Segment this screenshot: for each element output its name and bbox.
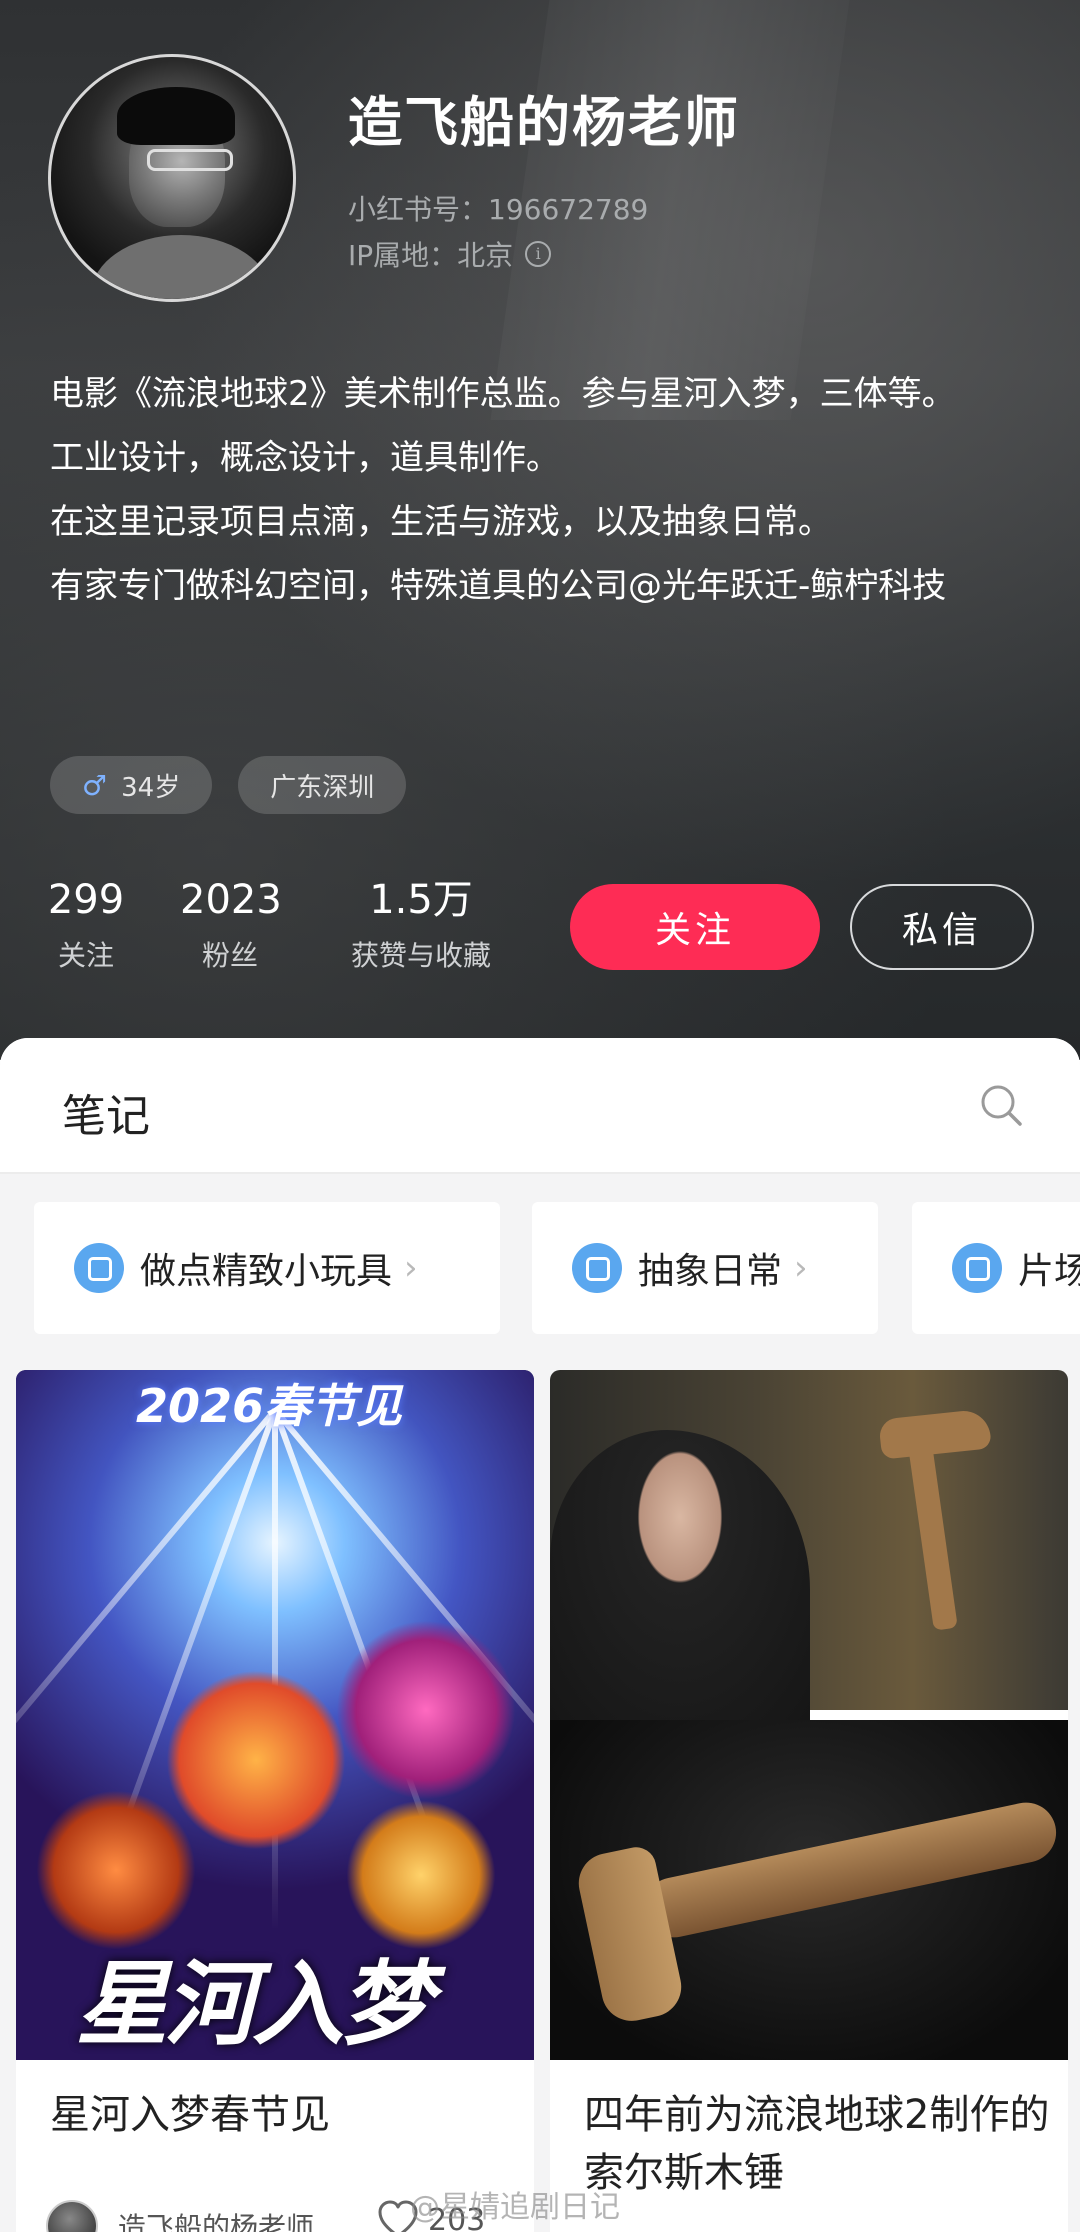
collection-item[interactable]: 做点精致小玩具 › [34, 1202, 500, 1334]
collection-icon [952, 1243, 1002, 1293]
message-button[interactable]: 私信 [850, 884, 1034, 970]
male-icon: ♂ [82, 768, 108, 802]
location-tag: 广东深圳 [238, 756, 407, 814]
note-cover-image[interactable] [550, 1370, 1068, 2060]
poster-art-blob [36, 1790, 196, 1950]
location-tag-text: 广东深圳 [270, 772, 375, 803]
profile-bio: 电影《流浪地球2》美术制作总监。参与星河入梦，三体等。 工业设计，概念设计，道具… [50, 362, 1040, 618]
collection-label: 抽象日常 [638, 1251, 783, 1292]
bio-line: 工业设计，概念设计，道具制作。 [50, 438, 560, 478]
stat-following[interactable]: 299 关注 [46, 876, 126, 974]
collection-label: 做点精致小玩具 [140, 1251, 393, 1292]
author-name: 造飞船的杨老师 [118, 2211, 315, 2232]
note-caption[interactable]: 四年前为流浪地球2制作的索尔斯木锤 [584, 2086, 1054, 2202]
note-author[interactable]: 造飞船的杨老师 [46, 2200, 314, 2232]
stat-fans-num: 2023 [180, 877, 282, 923]
collection-item[interactable]: 抽象日常 › [532, 1202, 878, 1334]
gavel-handle-shape [906, 1429, 958, 1631]
stat-following-num: 299 [47, 877, 125, 923]
avatar-body-shape [91, 235, 271, 299]
speaker-figure [550, 1430, 810, 1720]
poster-art-blob [166, 1670, 346, 1850]
follow-button[interactable]: 关注 [570, 884, 820, 970]
wooden-gavel-head [573, 1843, 687, 2027]
info-icon[interactable]: i [525, 241, 552, 267]
notes-tab[interactable]: 笔记 [62, 1080, 150, 1144]
notes-header: 笔记 [0, 1038, 1080, 1174]
profile-tags: ♂ 34岁 广东深圳 [50, 756, 407, 814]
note-card[interactable]: 四年前为流浪地球2制作的索尔斯木锤 [550, 1370, 1068, 2232]
watermark: @星婧追剧日记 [410, 2190, 620, 2225]
stat-likes-label: 获赞与收藏 [350, 939, 491, 972]
bio-line: 电影《流浪地球2》美术制作总监。参与星河入梦，三体等。 [50, 374, 956, 414]
chevron-right-icon: › [794, 1248, 808, 1288]
red-id: 小红书号：196672789 [348, 193, 649, 226]
stat-likes-num: 1.5万 [369, 877, 473, 923]
note-cover-image[interactable]: 2026春节见 星河入梦 [16, 1370, 534, 2060]
chevron-right-icon: › [404, 1248, 418, 1288]
gavel-head-shape [878, 1408, 992, 1460]
age-tag-text: 34岁 [121, 772, 181, 803]
bio-line: 有家专门做科幻空间，特殊道具的公司@光年跃迁-鲸柠科技 [50, 566, 947, 606]
poster-year-text: 2026春节见 [136, 1379, 403, 1433]
poster-art-blob [346, 1800, 496, 1950]
profile-avatar[interactable] [48, 54, 296, 302]
search-icon[interactable] [978, 1082, 1024, 1128]
avatar-glasses-shape [147, 149, 233, 171]
collection-label: 片场 [1018, 1251, 1080, 1292]
gavel-photo-top [550, 1370, 1068, 1720]
notes-feed: 2026春节见 星河入梦 星河入梦春节见 造飞船的杨老师 203 四年前为流浪地… [0, 1370, 1080, 2232]
collection-icon [74, 1243, 124, 1293]
ip-location: IP属地：北京 i [348, 234, 552, 274]
stat-fans-label: 粉丝 [201, 939, 258, 972]
note-caption[interactable]: 星河入梦春节见 [50, 2086, 520, 2144]
poster-title-text: 星河入梦 [76, 1951, 432, 2058]
profile-header: 造飞船的杨老师 小红书号：196672789 IP属地：北京 i 电影《流浪地球… [0, 0, 1080, 1060]
bio-line: 在这里记录项目点滴，生活与游戏，以及抽象日常。 [50, 502, 832, 542]
poster-art-blob [336, 1620, 516, 1800]
poster-light-ray [272, 1410, 278, 1930]
age-tag: ♂ 34岁 [50, 756, 213, 814]
wooden-gavel-handle [638, 1796, 1062, 1944]
collection-item[interactable]: 片场 [912, 1202, 1080, 1334]
collection-strip: 做点精致小玩具 › 抽象日常 › 片场 [0, 1202, 1080, 1338]
stat-fans[interactable]: 2023 粉丝 [180, 876, 282, 974]
stat-following-label: 关注 [57, 939, 114, 972]
note-card[interactable]: 2026春节见 星河入梦 星河入梦春节见 造飞船的杨老师 203 [16, 1370, 534, 2232]
gavel-photo-bottom [550, 1720, 1068, 2060]
ip-location-text: IP属地：北京 [348, 239, 514, 272]
profile-name: 造飞船的杨老师 [348, 91, 740, 154]
avatar-hair-shape [117, 87, 235, 145]
collection-icon [572, 1243, 622, 1293]
stat-likes[interactable]: 1.5万 获赞与收藏 [336, 876, 506, 974]
notes-section: 笔记 做点精致小玩具 › 抽象日常 › 片场 2026春节见 星河入梦 星河入梦… [0, 1038, 1080, 2232]
author-avatar [46, 2200, 98, 2232]
